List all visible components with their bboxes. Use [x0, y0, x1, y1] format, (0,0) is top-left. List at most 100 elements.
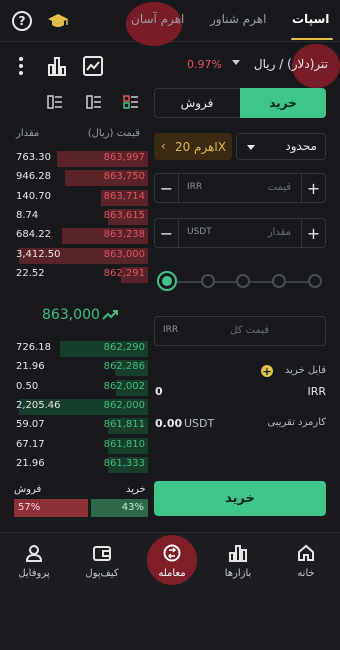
qty-header: مقدار	[16, 128, 40, 139]
total-field[interactable]: IRR قیمت کل	[154, 316, 326, 346]
price-input[interactable]: قیمت	[268, 182, 291, 193]
nav-wallet[interactable]: کیف‌پول	[72, 544, 132, 579]
trade-icon	[163, 544, 181, 562]
bid-row[interactable]: 0.50 862,002	[14, 379, 148, 397]
profile-icon	[25, 545, 43, 562]
sell-ratio-bar: 57%	[14, 499, 88, 517]
slider-step-25[interactable]	[201, 274, 215, 288]
bid-row[interactable]: 726.18 862,290	[14, 340, 148, 358]
chevron-down-icon	[247, 145, 255, 150]
chart-icon[interactable]	[82, 55, 104, 77]
sell-ratio-label: فروش	[14, 484, 42, 495]
wallet-icon	[93, 546, 111, 561]
available-label: قابل خرید	[284, 365, 326, 376]
tab-easy-leverage[interactable]: اهرم آسان	[131, 12, 184, 26]
price-unit: IRR	[187, 182, 203, 192]
amount-unit: USDT	[187, 227, 212, 237]
leverage-button[interactable]: ‹ اهرم 20X	[154, 133, 232, 160]
bid-price: 861,811	[103, 419, 145, 431]
slider-step-50[interactable]	[236, 274, 250, 288]
nav-trade-label: معامله	[158, 568, 186, 579]
price-stepper[interactable]: − IRR قیمت +	[154, 173, 326, 203]
amount-minus-button[interactable]: −	[155, 219, 179, 247]
orderbook-both-view-icon[interactable]	[47, 95, 63, 109]
nav-markets[interactable]: بازارها	[208, 544, 268, 579]
nav-home-label: خانه	[297, 568, 315, 579]
submit-buy-button[interactable]: خرید	[154, 481, 326, 516]
total-input[interactable]: قیمت کل	[230, 325, 269, 336]
ask-qty: 22.52	[16, 267, 45, 279]
ask-row[interactable]: 763.30 863,997	[14, 150, 148, 168]
ask-qty: 8.74	[16, 209, 39, 221]
slider-step-100[interactable]	[308, 274, 322, 288]
ask-row[interactable]: 3,412.50 863,000	[14, 247, 148, 265]
ask-price: 862,291	[103, 267, 145, 279]
trend-up-icon	[102, 310, 118, 320]
ask-price: 863,750	[103, 171, 145, 183]
nav-wallet-label: کیف‌پول	[85, 568, 119, 579]
education-icon[interactable]	[47, 13, 69, 29]
order-type-select[interactable]: محدود	[236, 133, 326, 160]
order-type-label: محدود	[285, 139, 317, 153]
ask-row[interactable]: 684.22 863,238	[14, 227, 148, 245]
more-menu-icon[interactable]	[17, 56, 25, 76]
bid-qty: 21.96	[16, 361, 45, 373]
ask-row[interactable]: 22.52 862,291	[14, 266, 148, 284]
price-minus-button[interactable]: −	[155, 174, 179, 202]
ask-qty: 684.22	[16, 229, 51, 241]
orderbook-bids-view-icon[interactable]	[86, 95, 102, 109]
active-tab-indicator	[291, 38, 333, 40]
slider-step-75[interactable]	[272, 274, 286, 288]
ask-row[interactable]: 946.28 863,750	[14, 169, 148, 187]
market-pair-selector[interactable]: تتر(دلار) / ریال	[254, 57, 328, 71]
available-value: 0	[155, 385, 163, 398]
pair-change-percent: 0.97%	[187, 58, 222, 71]
nav-trade[interactable]: معامله	[142, 544, 202, 579]
slider-thumb[interactable]	[157, 271, 177, 291]
ask-qty: 946.28	[16, 171, 51, 183]
bid-row[interactable]: 2,205.46 862,000	[14, 398, 148, 416]
depth-bars-icon[interactable]	[46, 55, 68, 77]
amount-stepper[interactable]: − USDT مقدار +	[154, 218, 326, 248]
sell-tab[interactable]: فروش	[154, 88, 240, 118]
price-plus-button[interactable]: +	[301, 174, 325, 202]
bid-qty: 2,205.46	[16, 399, 61, 411]
bid-price: 862,286	[103, 361, 145, 373]
nav-home[interactable]: خانه	[276, 544, 336, 579]
amount-input[interactable]: مقدار	[268, 227, 291, 238]
nav-markets-label: بازارها	[224, 568, 252, 579]
buy-ratio-bar: 43%	[91, 499, 148, 517]
orderbook-asks-view-icon[interactable]	[123, 95, 139, 109]
bid-row[interactable]: 21.96 862,286	[14, 359, 148, 377]
bid-row[interactable]: 59.07 861,811	[14, 417, 148, 435]
bid-row[interactable]: 67.17 861,810	[14, 437, 148, 455]
bid-qty: 67.17	[16, 438, 45, 450]
ask-row[interactable]: 8.74 863,615	[14, 208, 148, 226]
total-unit: IRR	[163, 325, 179, 335]
pair-dropdown-icon[interactable]	[232, 60, 240, 65]
bid-price: 862,002	[103, 380, 145, 392]
bid-row[interactable]: 21.96 861,333	[14, 456, 148, 474]
ask-qty: 140.70	[16, 190, 51, 202]
ask-price: 863,997	[103, 152, 145, 163]
leverage-label: اهرم 20X	[174, 139, 226, 154]
ask-row[interactable]: 140.70 863,714	[14, 189, 148, 207]
tab-spot[interactable]: اسپات	[292, 12, 329, 26]
buy-tab[interactable]: خرید	[240, 88, 326, 118]
ask-price: 863,714	[103, 190, 145, 202]
price-header: قیمت (ریال)	[87, 128, 140, 139]
ask-price: 863,000	[103, 248, 145, 260]
home-icon	[298, 544, 314, 561]
nav-profile[interactable]: پروفایل	[4, 544, 64, 579]
amount-plus-button[interactable]: +	[301, 219, 325, 247]
bid-qty: 59.07	[16, 419, 45, 431]
help-icon[interactable]: ?	[12, 11, 32, 31]
nav-profile-label: پروفایل	[18, 568, 50, 579]
tab-floating-leverage[interactable]: اهرم شناور	[210, 12, 266, 26]
bid-price: 861,333	[103, 457, 145, 469]
bid-price: 862,000	[103, 399, 145, 411]
deposit-plus-icon[interactable]: +	[261, 365, 273, 378]
ask-price: 863,238	[103, 229, 145, 241]
bid-qty: 726.18	[16, 342, 51, 353]
available-unit: IRR	[307, 385, 326, 398]
